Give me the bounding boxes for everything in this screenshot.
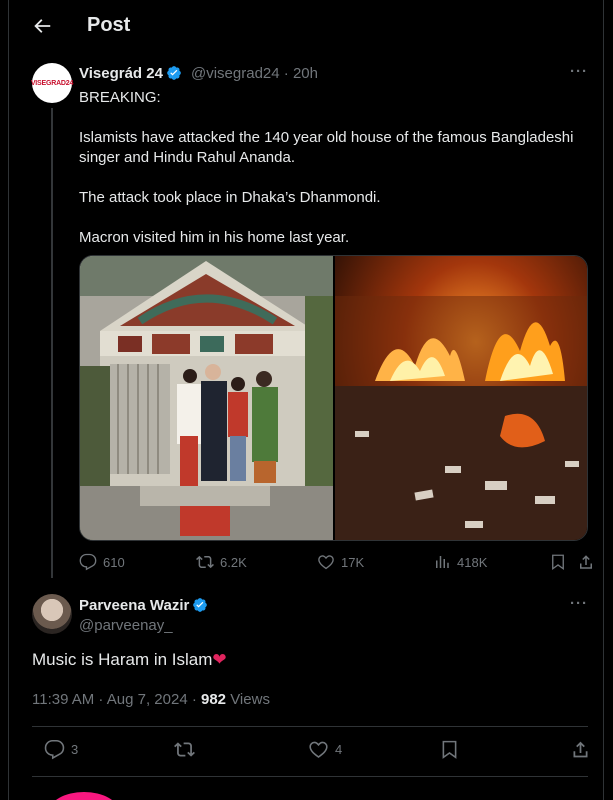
post-text: BREAKING: Islamists have attacked the 14… <box>79 88 589 248</box>
like-button[interactable]: 17K <box>317 553 364 571</box>
author-handle[interactable]: @visegrad24 · 20h <box>191 65 318 82</box>
post-paragraph: BREAKING: <box>79 89 161 106</box>
reply-author-name[interactable]: Parveena Wazir <box>79 597 208 614</box>
post-time: 20h <box>292 65 318 82</box>
reply-author-text: Parveena Wazir <box>79 597 190 614</box>
avatar[interactable] <box>32 594 72 634</box>
reply-actions: 3 4 <box>32 739 588 761</box>
bookmark-button[interactable] <box>439 739 460 760</box>
views-icon <box>436 556 449 568</box>
reply-button[interactable]: 3 <box>44 739 78 760</box>
repost-button[interactable] <box>174 739 195 760</box>
reply-text: Music is Haram in Islam❤ <box>32 650 227 670</box>
reply-views-count: 982 <box>201 691 227 708</box>
reply-meta: 11:39 AM · Aug 7, 2024 · 982 Views <box>32 691 270 708</box>
bookmark-icon <box>552 554 564 571</box>
avatar[interactable] <box>49 792 119 800</box>
avatar-logo-text: VISEGRAD24 <box>30 79 74 87</box>
share-icon <box>580 555 592 569</box>
repost-count: 6.2K <box>220 554 247 570</box>
reply-count: 3 <box>71 742 79 757</box>
avatar[interactable]: VISEGRAD24 <box>30 63 74 103</box>
verified-badge-icon <box>167 66 181 80</box>
reply-views-label: Views <box>226 691 270 708</box>
reply-icon <box>44 739 65 760</box>
like-count: 17K <box>341 554 365 570</box>
author-name-text: Visegrád 24 <box>79 65 163 82</box>
heart-emoji: ❤ <box>212 650 227 670</box>
share-icon <box>573 741 588 758</box>
house-photo[interactable] <box>80 256 333 540</box>
repost-icon <box>196 555 214 569</box>
repost-button[interactable]: 6.2K <box>196 553 247 571</box>
more-icon[interactable]: ··· <box>570 63 588 80</box>
more-icon[interactable]: ··· <box>570 595 588 612</box>
like-count: 4 <box>335 742 343 757</box>
post-paragraph: Islamists have attacked the 140 year old… <box>79 129 574 166</box>
reply-icon <box>79 553 97 571</box>
post-paragraph: Macron visited him in his home last year… <box>79 229 350 246</box>
share-button[interactable] <box>577 553 595 571</box>
divider <box>32 776 588 777</box>
fire-photo[interactable] <box>335 256 587 540</box>
page-title: Post <box>87 14 131 36</box>
reply-text-content: Music is Haram in Islam <box>32 650 213 669</box>
post-paragraph: The attack took place in Dhaka’s Dhanmon… <box>79 189 381 206</box>
verified-badge-icon <box>193 598 208 612</box>
like-button[interactable]: 4 <box>308 739 342 760</box>
bookmark-icon <box>442 740 457 759</box>
views-count: 418K <box>457 554 488 570</box>
divider <box>32 726 588 727</box>
reply-button[interactable]: 610 <box>79 553 125 571</box>
handle-text: @visegrad24 <box>191 65 280 82</box>
views-button[interactable]: 418K <box>433 553 487 571</box>
back-arrow-icon[interactable] <box>31 15 53 37</box>
like-icon <box>309 741 328 759</box>
like-icon <box>318 555 334 570</box>
reply-author-handle[interactable]: @parveenay_ <box>79 617 173 634</box>
author-name[interactable]: Visegrád 24 <box>79 65 182 82</box>
thread-line <box>51 108 53 578</box>
reply-count: 610 <box>103 554 125 570</box>
post-view: Post VISEGRAD24 Visegrád 24 @visegrad24 … <box>8 0 604 800</box>
post-media[interactable] <box>79 255 588 541</box>
fire-photo-illustration <box>335 256 587 540</box>
post-actions: 610 6.2K 17K 418K <box>79 553 592 573</box>
bookmark-button[interactable] <box>549 553 567 571</box>
share-button[interactable] <box>570 739 591 760</box>
house-photo-illustration <box>80 256 333 540</box>
reply-timestamp[interactable]: 11:39 AM · Aug 7, 2024 · <box>32 691 201 708</box>
repost-icon <box>174 742 195 757</box>
header: Post <box>9 0 603 53</box>
